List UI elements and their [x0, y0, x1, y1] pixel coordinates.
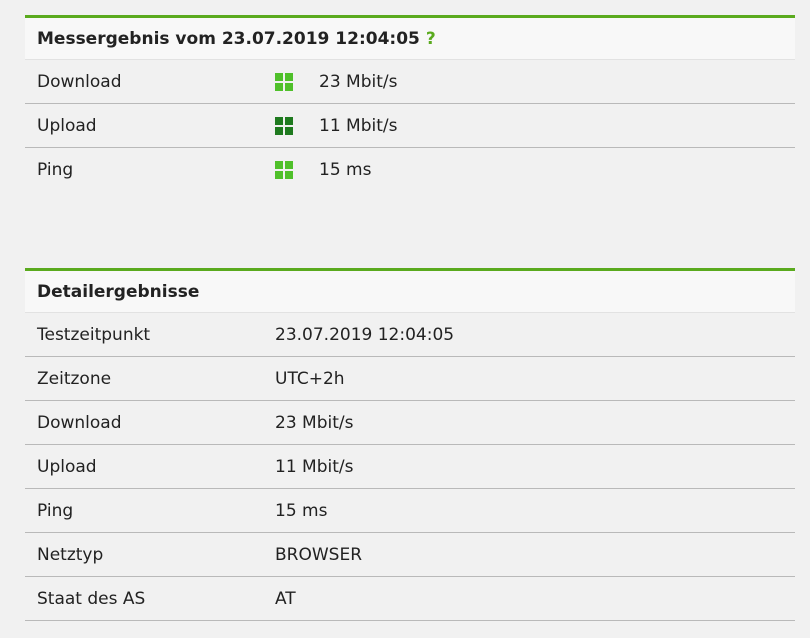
- summary-row-upload: Upload 11 Mbit/s: [25, 104, 795, 148]
- detail-value: AT: [275, 588, 296, 609]
- measurement-result-panel: Messergebnis vom 23.07.2019 12:04:05 ? D…: [25, 15, 795, 192]
- detail-row-testzeitpunkt: Testzeitpunkt 23.07.2019 12:04:05: [25, 313, 795, 357]
- measurement-result-title: Messergebnis vom 23.07.2019 12:04:05: [37, 28, 420, 49]
- summary-label-upload: Upload: [37, 115, 97, 136]
- help-icon[interactable]: ?: [426, 29, 436, 49]
- detail-value: 23.07.2019 12:04:05: [275, 324, 455, 345]
- rating-squares-icon: [275, 116, 293, 135]
- detail-row-upload: Upload 11 Mbit/s: [25, 445, 795, 489]
- detail-row-staat-des-as: Staat des AS AT: [25, 577, 795, 621]
- summary-row-ping: Ping 15 ms: [25, 148, 795, 192]
- summary-label-download: Download: [37, 71, 122, 92]
- detail-row-zeitzone: Zeitzone UTC+2h: [25, 357, 795, 401]
- detail-label: Staat des AS: [37, 588, 146, 609]
- rating-indicator-upload: [275, 116, 319, 135]
- detail-results-header: Detailergebnisse: [25, 268, 795, 313]
- detail-row-ping: Ping 15 ms: [25, 489, 795, 533]
- detail-results-panel: Detailergebnisse Testzeitpunkt 23.07.201…: [25, 268, 795, 621]
- detail-results-title: Detailergebnisse: [37, 281, 200, 302]
- rating-indicator-download: [275, 72, 319, 91]
- detail-label: Testzeitpunkt: [37, 324, 151, 345]
- measurement-result-header: Messergebnis vom 23.07.2019 12:04:05 ?: [25, 15, 795, 60]
- rating-indicator-ping: [275, 161, 319, 179]
- rating-squares-icon: [275, 72, 293, 91]
- detail-label: Ping: [37, 500, 74, 521]
- detail-value: UTC+2h: [275, 368, 345, 389]
- rating-squares-icon: [275, 161, 293, 179]
- summary-value-upload: 11 Mbit/s: [319, 115, 398, 136]
- detail-row-netztyp: Netztyp BROWSER: [25, 533, 795, 577]
- summary-label-ping: Ping: [37, 160, 74, 180]
- detail-label: Download: [37, 412, 122, 433]
- summary-value-ping: 15 ms: [319, 160, 372, 180]
- detail-label: Zeitzone: [37, 368, 112, 389]
- detail-row-download: Download 23 Mbit/s: [25, 401, 795, 445]
- detail-label: Netztyp: [37, 544, 104, 565]
- detail-value: 11 Mbit/s: [275, 456, 354, 477]
- detail-value: 23 Mbit/s: [275, 412, 354, 433]
- detail-label: Upload: [37, 456, 97, 477]
- summary-row-download: Download 23 Mbit/s: [25, 60, 795, 104]
- detail-value: 15 ms: [275, 500, 328, 521]
- summary-value-download: 23 Mbit/s: [319, 71, 398, 92]
- detail-value: BROWSER: [275, 544, 363, 565]
